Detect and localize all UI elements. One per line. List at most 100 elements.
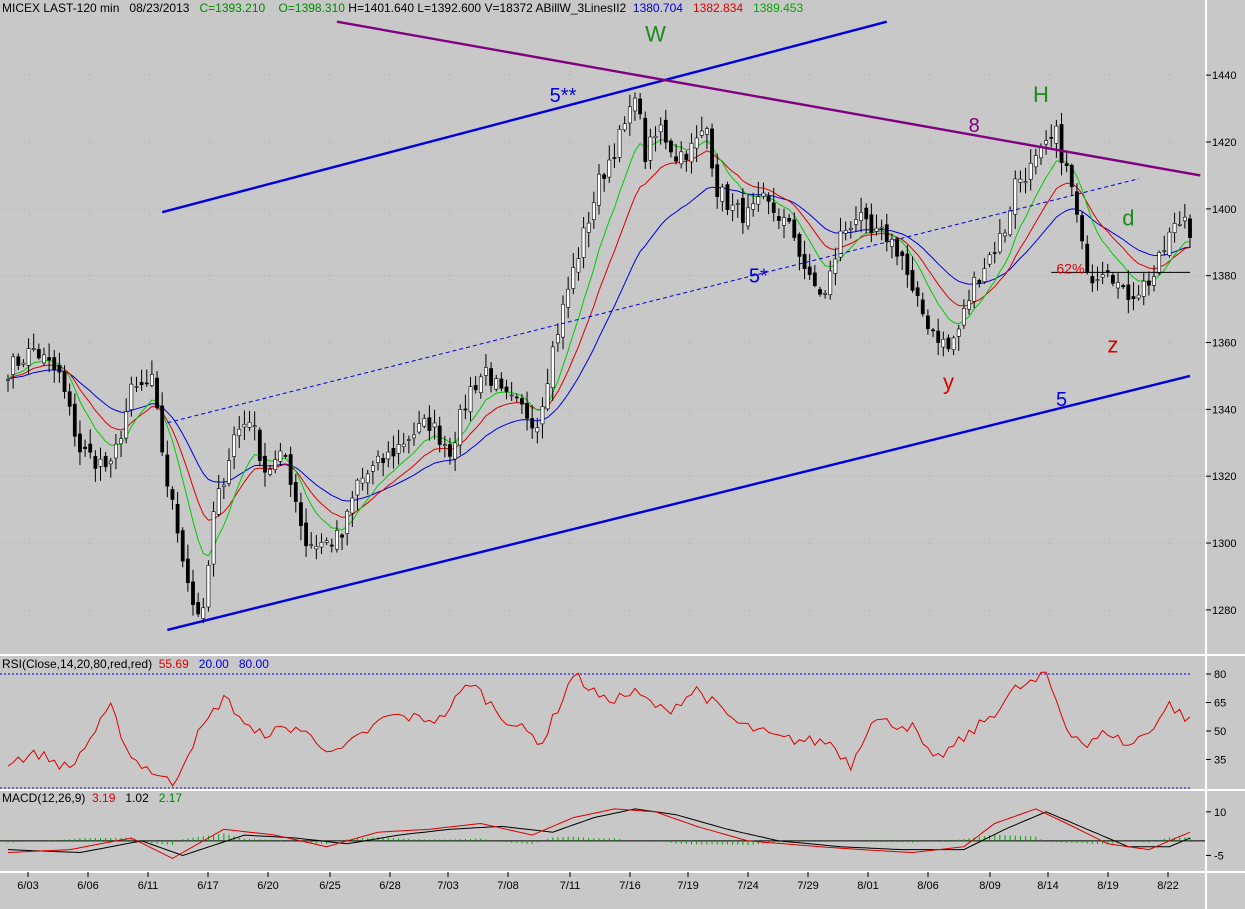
candle-body [576, 258, 581, 273]
x-tick-label: 6/20 [257, 880, 278, 892]
y-tick-label: 1400 [1212, 204, 1236, 216]
price-header: MICEX LAST-120 min 08/23/2013 C=1393.210… [2, 1, 803, 15]
candle-body [674, 156, 678, 162]
indicator-name: ABillW_3LinesII2 [535, 1, 627, 15]
candle-body [972, 277, 977, 302]
candle-body [129, 383, 134, 411]
candle-body [406, 439, 411, 441]
candle-body [740, 197, 745, 223]
candle-body [52, 357, 57, 371]
candle-body [458, 409, 463, 446]
candle-body [268, 469, 272, 475]
candle-body [545, 383, 550, 410]
candle-body [982, 268, 987, 283]
candle-body [1095, 279, 1100, 281]
candle-body [895, 238, 899, 257]
candle-body [864, 207, 869, 220]
line2-value: 1382.834 [692, 1, 744, 15]
candle-body [843, 230, 848, 234]
candle-body [1003, 232, 1007, 237]
candle-body [93, 456, 98, 469]
candle-body [1172, 223, 1177, 233]
macd-header: MACD(12,26,9) 3.19 1.02 2.17 [2, 791, 182, 805]
candle-body [730, 204, 735, 211]
candle-body [11, 356, 16, 375]
candle-body [304, 522, 308, 547]
candle-body [833, 258, 838, 274]
rsi-header: RSI(Close,14,20,80,red,red) 55.69 20.00 … [2, 657, 269, 671]
candle-body [257, 429, 262, 461]
candle-body [6, 378, 10, 381]
candle-body [705, 128, 709, 135]
wave-label: W [645, 22, 666, 47]
candle-body [699, 130, 704, 136]
candle-body [1049, 137, 1054, 139]
candle-body [144, 382, 149, 385]
candle-body [340, 534, 344, 538]
candle-body [391, 448, 396, 457]
line3-value: 1389.453 [753, 1, 804, 15]
candle-body [381, 457, 386, 463]
candle-body [16, 356, 21, 366]
candle-body [561, 303, 565, 338]
candle-body [319, 542, 324, 548]
candle-body [797, 233, 802, 257]
candle-body [715, 164, 720, 197]
candle-body [1069, 165, 1074, 188]
y-tick-label: 1440 [1212, 70, 1236, 82]
candle-body [57, 364, 62, 373]
candle-body [139, 382, 144, 386]
candle-body [114, 443, 118, 459]
candle-body [473, 384, 478, 391]
wave-label: z [1107, 333, 1118, 358]
candle-body [807, 266, 812, 275]
candle-body [627, 106, 632, 124]
close-value: C=1393.210 [199, 1, 266, 15]
candle-body [422, 418, 427, 427]
candle-body [386, 451, 391, 460]
candle-body [221, 484, 226, 488]
rsi-tick-label: 35 [1214, 755, 1226, 767]
candle-body [1018, 178, 1023, 183]
candle-body [931, 329, 935, 332]
candle-body [1152, 276, 1156, 286]
candle-body [21, 362, 26, 365]
candle-body [83, 446, 87, 449]
candle-body [1126, 284, 1131, 300]
y-tick-label: 1340 [1212, 404, 1236, 416]
candle-body [828, 270, 833, 295]
date-label: 08/23/2013 [129, 1, 190, 15]
wave-label: H [1033, 82, 1049, 107]
candle-body [992, 252, 997, 254]
candle-body [170, 489, 175, 500]
x-tick-label: 7/16 [619, 880, 640, 892]
candle-body [396, 444, 401, 454]
candle-body [314, 546, 319, 550]
candle-body [622, 123, 627, 131]
candle-body [571, 267, 576, 289]
candle-body [818, 289, 822, 295]
candle-body [1023, 181, 1028, 184]
y-tick-label: 1360 [1212, 338, 1236, 350]
candle-body [345, 510, 350, 534]
candle-body [504, 386, 509, 392]
candle-body [951, 337, 956, 351]
volume-value: V=18372 [484, 1, 533, 15]
candle-body [802, 253, 807, 269]
x-tick-label: 8/14 [1037, 880, 1058, 892]
candle-body [879, 226, 884, 229]
x-tick-label: 7/03 [437, 880, 458, 892]
x-tick-label: 8/01 [857, 880, 878, 892]
rsi-label: RSI(Close,14,20,80,red,red) [2, 657, 153, 671]
candle-body [1121, 285, 1126, 288]
candle-body [175, 504, 180, 534]
candle-body [417, 423, 422, 433]
candle-body [586, 222, 591, 233]
candle-body [211, 511, 216, 565]
candle-body [31, 348, 36, 350]
candle-body [196, 602, 201, 615]
candle-body [360, 477, 365, 484]
candle-body [1111, 275, 1115, 284]
candle-body [299, 502, 303, 526]
candle-body [848, 227, 853, 230]
